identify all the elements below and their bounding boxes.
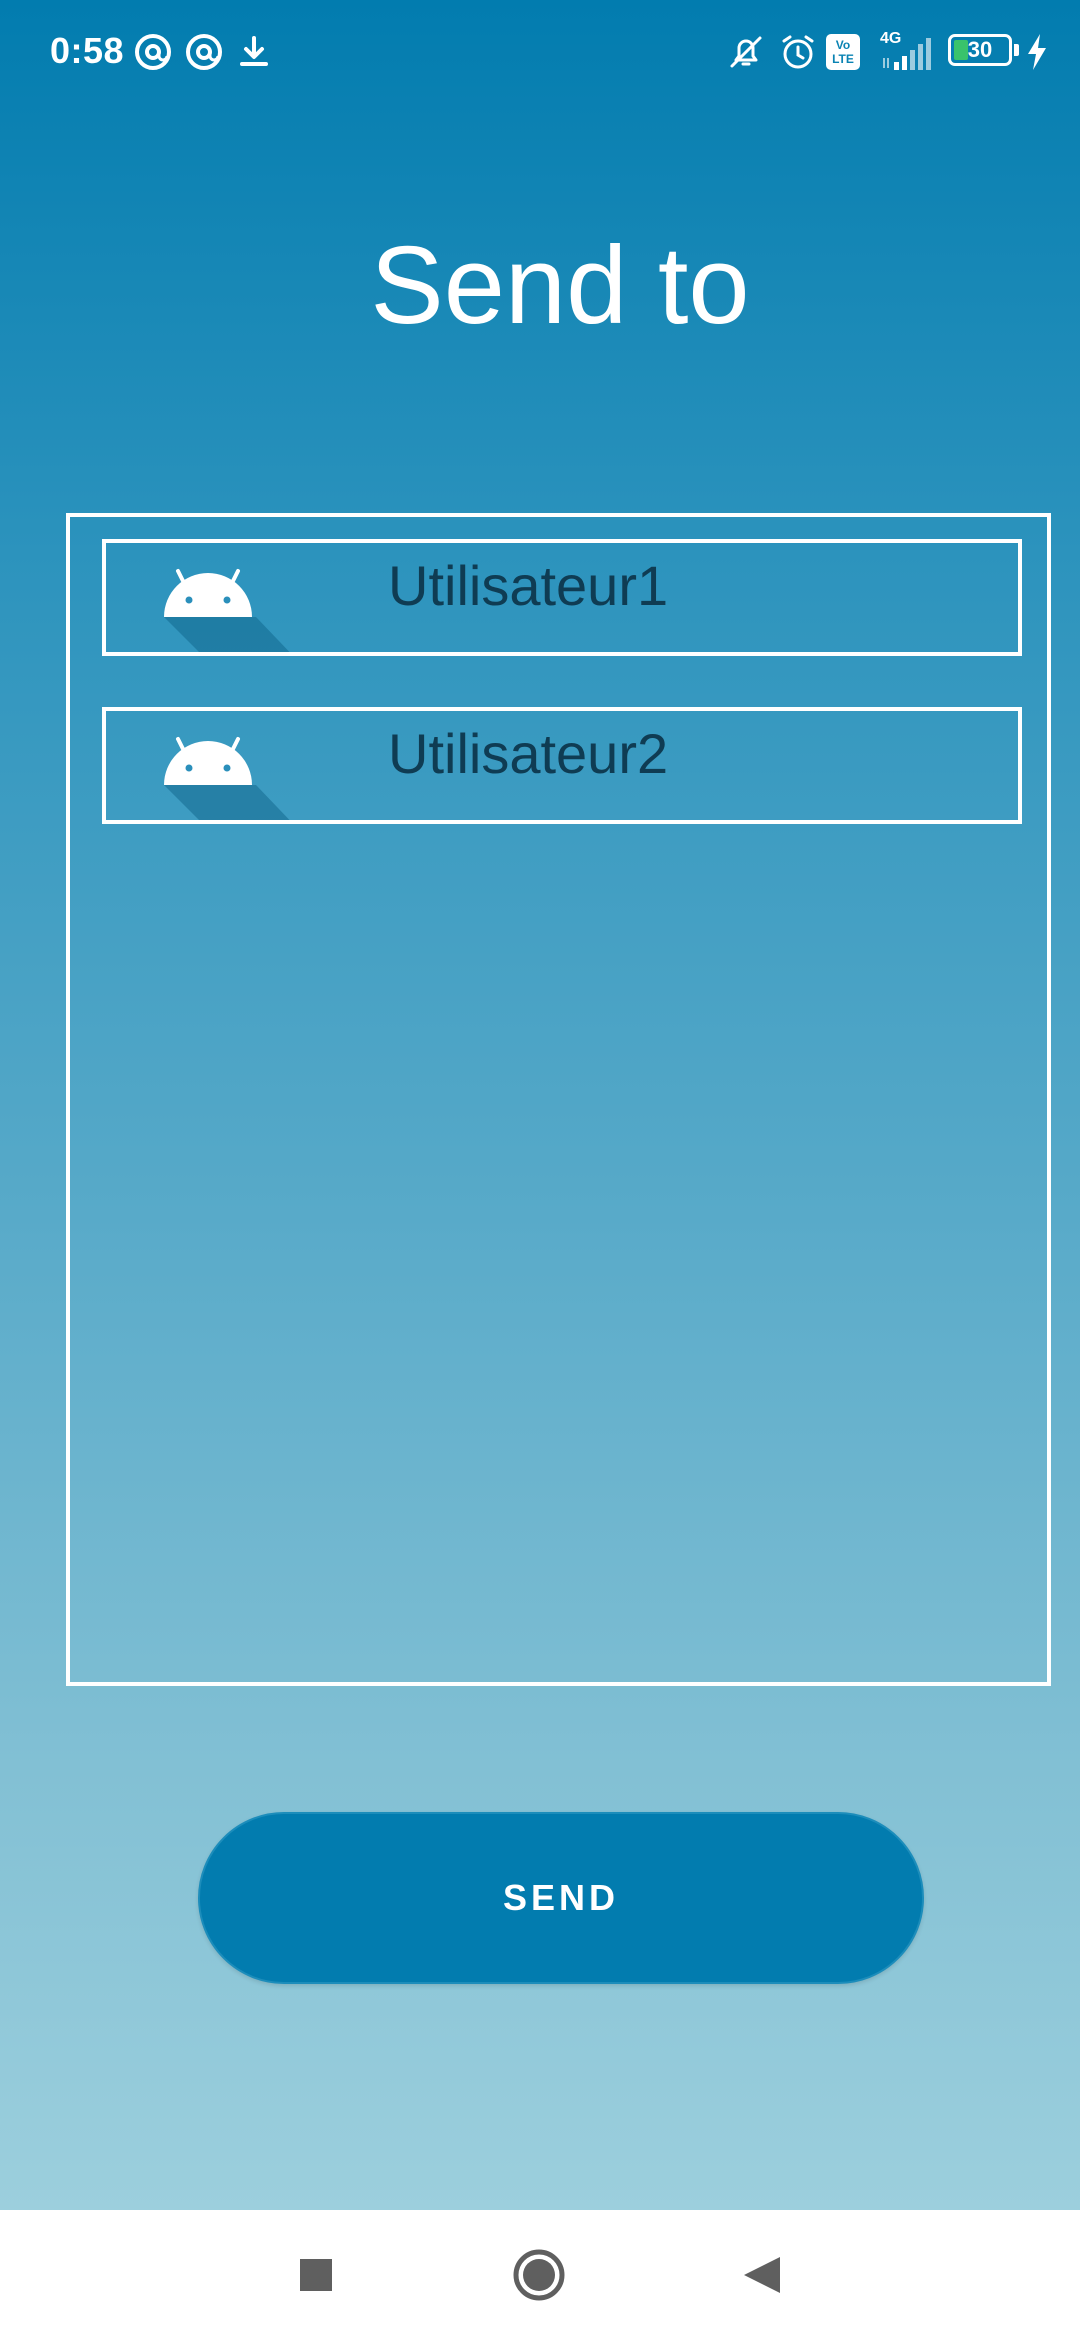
download-icon [240, 36, 268, 66]
at-sign-icon [186, 34, 222, 70]
android-icon [164, 569, 290, 652]
signal-icon [883, 38, 931, 70]
charging-icon [1028, 34, 1046, 70]
send-button[interactable]: SEND [198, 1812, 924, 1984]
back-icon[interactable] [730, 2243, 794, 2307]
recipient-item[interactable]: Utilisateur2 [102, 707, 1022, 824]
page-title: Send to [370, 224, 750, 347]
volte-icon: Vo LTE [826, 34, 860, 70]
status-bar: 0:58 Vo LTE 4G 30 [0, 0, 1080, 104]
alarm-icon [782, 35, 814, 69]
battery-cap [1014, 44, 1019, 56]
recipient-list[interactable]: Utilisateur1 Utilisateur2 [66, 513, 1051, 1686]
status-time: 0:58 [50, 30, 125, 71]
navigation-bar [0, 2210, 1080, 2340]
home-icon[interactable] [507, 2243, 571, 2307]
app-screen: 0:58 Vo LTE 4G 30 Send to Utilisateur1 U… [0, 0, 1080, 2210]
at-sign-icon [135, 34, 171, 70]
battery-level: 30 [967, 37, 993, 62]
android-icon [164, 737, 290, 820]
recipient-name: Utilisateur2 [388, 722, 669, 785]
recipient-name: Utilisateur1 [388, 554, 669, 617]
recents-icon[interactable] [284, 2243, 348, 2307]
battery-icon: 30 [948, 34, 1012, 66]
recipient-item[interactable]: Utilisateur1 [102, 539, 1022, 656]
silent-bell-icon [730, 36, 762, 68]
